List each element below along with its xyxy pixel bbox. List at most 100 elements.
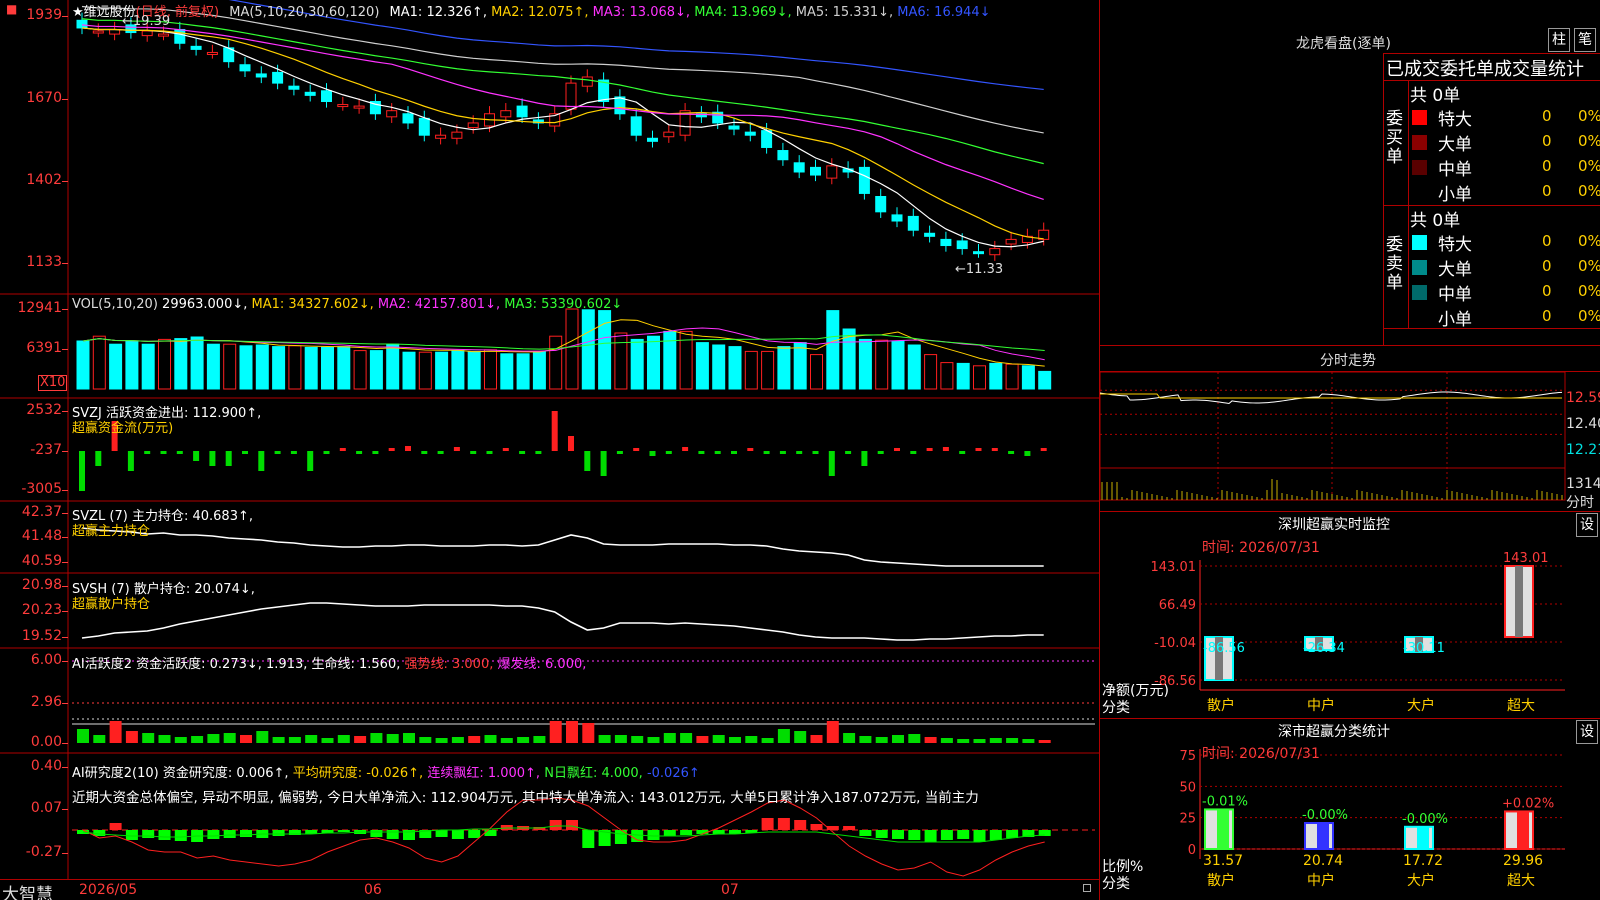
volume-bar xyxy=(810,354,823,390)
candle-body xyxy=(810,166,821,176)
candle-body xyxy=(956,240,968,250)
dragon-header: 已成交委托单成交量统计 xyxy=(1386,59,1584,80)
volume-bar xyxy=(647,335,660,390)
svzj-bar xyxy=(323,451,330,454)
volume-bar xyxy=(109,343,123,390)
svzj-bar xyxy=(910,451,917,454)
tick-mode-button[interactable]: 笔 xyxy=(1574,28,1596,52)
ai2-bar xyxy=(973,830,986,842)
buy-row-swatch-2 xyxy=(1412,160,1427,175)
sell-row-swatch-1 xyxy=(1412,260,1427,275)
candle-body xyxy=(386,110,398,118)
volume-bar xyxy=(924,354,938,390)
ai1-bar xyxy=(321,738,334,743)
ai1-bar xyxy=(614,735,627,743)
lock-icon[interactable] xyxy=(1083,884,1091,892)
price-ma-lines xyxy=(81,0,1044,248)
vol-header: VOL(5,10,20) 29963.000↓, MA1: 34327.602↓… xyxy=(72,297,623,312)
intraday-title: 分时走势 xyxy=(1320,353,1376,369)
svzl-ylabel-1: 41.48 xyxy=(21,528,62,544)
monitor-value-0: -86.56 xyxy=(1203,641,1245,656)
volume-bar xyxy=(451,350,465,390)
candle-body xyxy=(255,73,267,78)
svzj-ytick-1 xyxy=(62,451,68,452)
monitor-ylabel-1: 66.49 xyxy=(1159,598,1196,613)
candle-body xyxy=(940,238,952,247)
svsh-curve xyxy=(81,602,1044,641)
candle-body xyxy=(907,215,919,231)
svzj-bar xyxy=(942,447,949,451)
date-label-may: 2026/05 xyxy=(79,882,138,898)
volume-bar xyxy=(206,343,220,390)
svsh-ytick-2 xyxy=(62,637,68,638)
svzj-bar xyxy=(991,448,998,451)
ai2-ylabel-2: -0.27 xyxy=(25,844,62,860)
monitor-cat-2: 大户 xyxy=(1407,697,1435,714)
volume-bar xyxy=(158,338,171,390)
buy-row-name-1: 大单 xyxy=(1438,135,1472,155)
svzj-bar xyxy=(225,451,232,466)
svzj-bar xyxy=(290,451,297,454)
ai2-bar xyxy=(940,830,953,840)
volume-bar xyxy=(500,353,514,390)
volume-bar xyxy=(288,345,302,390)
ai1-bar xyxy=(288,737,301,743)
svzj-bar xyxy=(437,451,444,454)
ai1-bar xyxy=(1038,740,1051,743)
volume-bar xyxy=(663,330,677,390)
candle-body xyxy=(304,91,316,96)
stats-bar-fill-3 xyxy=(1517,811,1529,849)
ai2-bar xyxy=(908,830,921,840)
sell-row-pct-2: 0% xyxy=(1578,282,1600,300)
ai1-bar xyxy=(484,735,497,743)
ai1-bar xyxy=(973,739,986,743)
ai1-bar xyxy=(566,721,578,743)
ai2-bar xyxy=(549,820,562,830)
price-candles xyxy=(76,12,1050,261)
candle-body xyxy=(402,113,414,124)
buy-row-name-2: 中单 xyxy=(1438,160,1472,180)
volume-bar xyxy=(239,345,253,390)
ma-values: MA1: 12.326↑, MA2: 12.075↑, MA3: 13.068↓… xyxy=(390,5,991,20)
date-label-jul: 07 xyxy=(721,882,739,898)
ai2-header: AI研究度2(10) 资金研究度: 0.006↑, 平均研究度: -0.026↑… xyxy=(72,766,700,781)
volume-bar xyxy=(712,344,726,390)
volume-bar xyxy=(223,343,237,390)
candle-body xyxy=(728,125,740,130)
candle-body xyxy=(92,30,104,34)
ai2-bar xyxy=(223,830,236,838)
ai2-bar xyxy=(924,830,937,842)
svzj-bar xyxy=(698,451,705,454)
buy-row-count-3: 0 xyxy=(1542,182,1552,200)
svzj-bar xyxy=(568,436,574,451)
svzj-bar xyxy=(258,451,265,471)
volume-bar xyxy=(777,346,791,390)
ai1-bar xyxy=(191,736,204,743)
svzj-bar xyxy=(796,451,803,454)
svzj-bar xyxy=(894,448,900,451)
vol-ylabel-2: X10 xyxy=(38,375,68,391)
volume-bar xyxy=(940,362,954,390)
svzl-ytick-1 xyxy=(62,537,68,538)
ai1-bar xyxy=(468,736,481,743)
volume-bar xyxy=(630,338,644,390)
svsh-ylabel-1: 20.23 xyxy=(21,602,62,618)
ai2-bar xyxy=(337,830,350,832)
candle-body xyxy=(288,85,300,90)
sell-row-count-1: 0 xyxy=(1542,257,1552,275)
svzj-bar xyxy=(356,451,363,454)
ai2-bar xyxy=(892,830,904,839)
intraday-chart[interactable] xyxy=(1099,371,1600,512)
ai1-bar xyxy=(174,737,187,743)
ai2-bar xyxy=(957,830,970,839)
ai1-bar xyxy=(940,738,953,743)
ai1-bar xyxy=(761,738,774,743)
buy-row-count-1: 0 xyxy=(1542,132,1552,150)
star-icon[interactable]: ★ xyxy=(72,5,84,20)
volume-bar xyxy=(386,343,400,390)
buy-row-pct-1: 0% xyxy=(1578,132,1600,150)
ai1-bar xyxy=(826,721,839,743)
candle-body xyxy=(500,110,512,118)
ai2-bar xyxy=(777,818,790,830)
column-mode-button[interactable]: 柱 xyxy=(1548,28,1570,52)
